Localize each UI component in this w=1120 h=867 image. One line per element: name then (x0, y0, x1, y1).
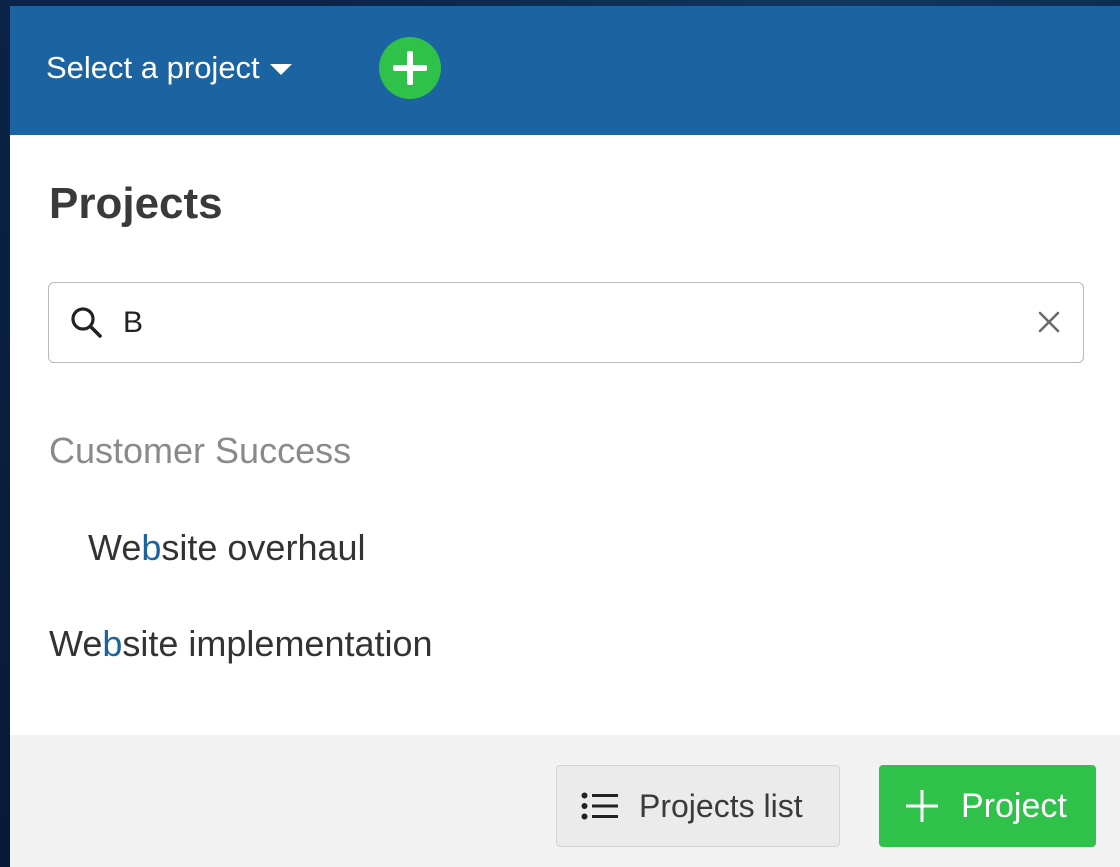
projects-list-button[interactable]: Projects list (556, 765, 840, 847)
result-text: site implementation (122, 623, 433, 664)
result-text: site overhaul (161, 527, 366, 568)
match-highlight: b (102, 623, 123, 664)
plus-icon (906, 790, 938, 822)
new-project-label: Project (961, 786, 1067, 825)
project-selector-label: Select a project (46, 50, 260, 85)
new-project-button[interactable]: Project (879, 765, 1096, 847)
top-bar: Select a project (10, 6, 1120, 135)
result-text: We (49, 623, 103, 664)
result-item-website-implementation[interactable]: Website implementation (49, 623, 433, 665)
search-icon (71, 307, 102, 338)
footer-bar: Projects list Project (10, 735, 1120, 867)
page-title: Projects (49, 179, 223, 228)
main-content: Projects Customer Success Website overha… (10, 135, 1120, 735)
add-project-circle-button[interactable] (379, 37, 441, 99)
result-text: We (88, 527, 142, 568)
caret-down-icon (269, 63, 292, 75)
close-icon[interactable] (1035, 308, 1063, 336)
result-group-label: Customer Success (49, 430, 352, 471)
plus-icon (393, 51, 427, 85)
list-icon (581, 792, 618, 820)
search-box[interactable] (48, 282, 1084, 363)
result-item-website-overhaul[interactable]: Website overhaul (88, 527, 366, 569)
match-highlight: b (141, 527, 162, 568)
project-selector-dropdown[interactable]: Select a project (46, 48, 292, 88)
projects-panel: Select a project Projects Customer Succe… (10, 6, 1120, 867)
projects-list-label: Projects list (639, 787, 803, 824)
search-input[interactable] (123, 299, 1003, 347)
